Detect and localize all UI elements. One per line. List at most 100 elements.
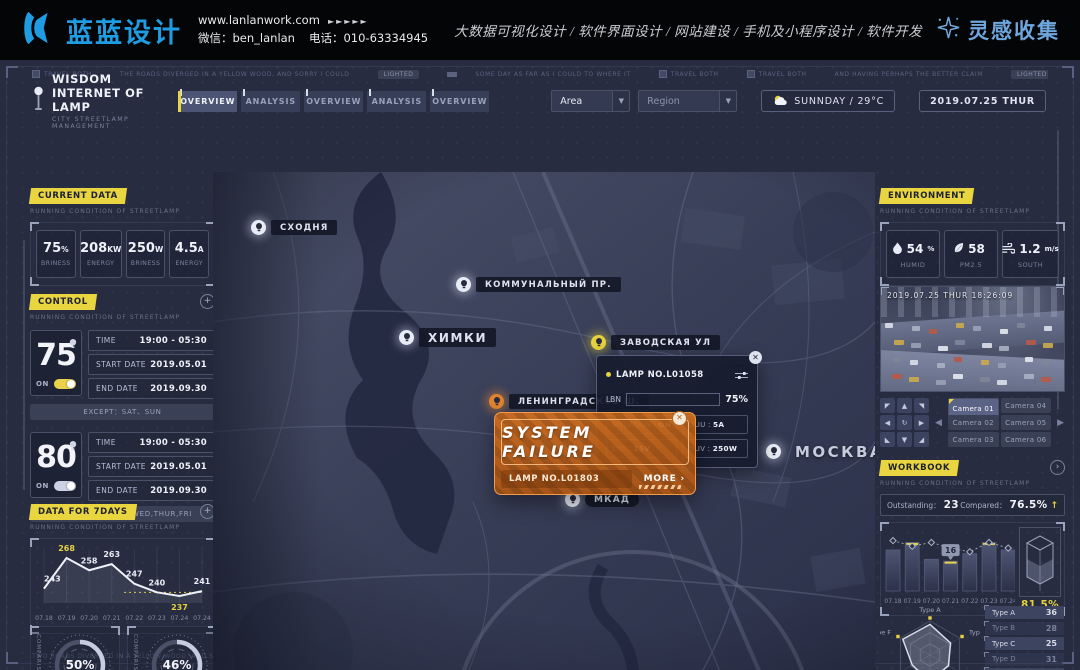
car-blob — [1025, 357, 1033, 362]
brightness-card: 80 ON — [30, 432, 82, 498]
streetlamp-icon — [32, 86, 45, 116]
panel-title-badge: WORKBOOK — [879, 460, 959, 476]
power-toggle[interactable] — [54, 379, 76, 389]
schedule-row: TIME19:00 - 05:30 — [88, 432, 215, 453]
dashboard-header: WISDOM INTERNET OF LAMP CITY STREETLAMP … — [32, 86, 1050, 116]
services-list: 大数据可视化设计 / 软件界面设计 / 网站建设 / 手机及小程序设计 / 软件… — [454, 20, 922, 40]
panel-control: CONTROL + RUNNING CONDITION OF STREETLAM… — [30, 294, 215, 522]
camera-button-camera-06[interactable]: Camera 06 — [1001, 432, 1052, 447]
city-map[interactable]: СХОДНЯКОММУНАЛЬНЫЙ ПР.ХИМКИЗАВОДСКАЯ УЛЛ… — [213, 172, 875, 670]
svg-text:263: 263 — [103, 550, 120, 559]
tab-overview-5[interactable]: OVERVIEW — [430, 91, 489, 112]
current-data-cards: 75%BRINESS208KWENERGY250WBRINESS4.5AENER… — [30, 222, 215, 286]
lamp-pin-icon[interactable] — [766, 444, 781, 459]
panel-subtitle: RUNNING CONDITION OF STREETLAMP — [30, 524, 215, 531]
camera-view[interactable]: 2019.07.25 THUR 18:26:09 — [880, 286, 1065, 392]
lamp-id: LAMP NO.L01058 — [616, 370, 704, 380]
map-marker-6[interactable]: МОСКВА — [766, 440, 875, 463]
legend-row-type-b[interactable]: Type B28 — [985, 622, 1064, 635]
tab-bar: OVERVIEWANALYSISOVERVIEWANALYSISOVERVIEW — [178, 91, 489, 112]
dpad-down-button[interactable]: ▼ — [897, 432, 912, 447]
dpad-up-left-button[interactable]: ◤ — [880, 398, 895, 413]
car-blob — [1043, 343, 1053, 348]
car-blob — [894, 340, 904, 345]
power-toggle[interactable] — [54, 481, 76, 491]
collect-label: 灵感收集 — [968, 15, 1060, 45]
decorative-chip: LIGHTED — [378, 70, 420, 79]
droplet-icon — [892, 239, 903, 258]
map-marker-4[interactable]: ЗАВОДСКАЯ УЛ — [591, 335, 720, 350]
sliders-icon[interactable] — [735, 365, 748, 384]
tab-overview-1[interactable]: OVERVIEW — [178, 91, 237, 112]
chevron-down-icon: ▼ — [719, 91, 736, 111]
map-marker-3[interactable]: ХИМКИ — [399, 328, 496, 347]
car-blob — [998, 363, 1006, 368]
legend-row-type-d[interactable]: Type D31 — [985, 653, 1064, 666]
camera-button-camera-05[interactable]: Camera 05 — [1001, 415, 1052, 430]
decorative-text: SOME DAY AS FAR AS I COULD TO WHERE IT — [475, 71, 630, 78]
svg-text:16: 16 — [945, 546, 957, 555]
legend-row-type-c[interactable]: Type C25 — [985, 637, 1064, 650]
car-blob — [953, 374, 963, 379]
close-icon[interactable]: ✕ — [749, 351, 762, 364]
camera-prev-icon[interactable]: ◀ — [934, 418, 943, 428]
dpad-reset-button[interactable]: ↻ — [897, 415, 912, 430]
camera-button-camera-04[interactable]: Camera 04 — [1001, 398, 1052, 413]
map-marker-1[interactable]: СХОДНЯ — [251, 220, 337, 235]
prism-icon — [1019, 527, 1061, 597]
dpad-down-right-button[interactable]: ◢ — [914, 432, 929, 447]
dpad-left-button[interactable]: ◀ — [880, 415, 895, 430]
page-title: WISDOM INTERNET OF LAMP — [52, 72, 162, 114]
environment-cards: 54%HUMID58PM2.51.2m/sSOUTH — [880, 222, 1065, 286]
dpad-right-button[interactable]: ▶ — [914, 415, 929, 430]
dpad-up-right-button[interactable]: ◥ — [914, 398, 929, 413]
camera-list: Camera 01Camera 02Camera 03Camera 04Came… — [948, 398, 1051, 447]
map-place-label: ХИМКИ — [419, 328, 496, 347]
area-select[interactable]: Area ▼ — [551, 90, 630, 112]
expand-button[interactable]: › — [1050, 460, 1065, 475]
car-blob — [973, 326, 981, 331]
panel-workbook: WORKBOOK › RUNNING CONDITION OF STREETLA… — [880, 460, 1065, 616]
schedule-rows: TIME19:00 - 05:30START DATE2019.05.01END… — [88, 330, 215, 399]
stat-label: BRINESS — [131, 260, 161, 267]
lamp-pin-icon[interactable] — [456, 277, 471, 292]
row-value: 2019.09.30 — [150, 384, 207, 394]
tab-label: ANALYSIS — [372, 97, 422, 106]
panel-title-badge: DATA FOR 7DAYS — [29, 504, 137, 520]
tab-analysis-2[interactable]: ANALYSIS — [241, 91, 300, 112]
tab-overview-3[interactable]: OVERVIEW — [304, 91, 363, 112]
camera-next-icon[interactable]: ▶ — [1056, 418, 1065, 428]
lamp-pin-icon[interactable] — [251, 220, 266, 235]
legend-row-type-a[interactable]: Type A36 — [985, 606, 1064, 619]
dashboard: TRAVEL BOTHTHE ROADS DIVERGED IN A YELLO… — [0, 60, 1080, 670]
close-icon[interactable]: ✕ — [672, 411, 687, 426]
car-blob — [999, 346, 1009, 351]
row-value: 2019.05.01 — [150, 462, 207, 472]
environment-card: 58PM2.5 — [944, 230, 998, 278]
car-blob — [982, 343, 992, 348]
wind-icon — [1002, 239, 1015, 258]
on-label: ON — [36, 380, 49, 388]
region-select[interactable]: Region ▼ — [638, 90, 737, 112]
stat-card: 75%BRINESS — [36, 230, 76, 278]
camera-button-camera-02[interactable]: Camera 02 — [948, 415, 999, 430]
brightness-bar[interactable] — [626, 393, 720, 406]
camera-button-camera-03[interactable]: Camera 03 — [948, 432, 999, 447]
lamp-pin-icon[interactable] — [399, 330, 414, 345]
workbook-stats: Outstanding：23 Compared：76.5%↑ — [880, 494, 1065, 516]
except-days: EXCEPT：SAT、SUN — [30, 404, 215, 420]
status-dot — [606, 372, 611, 377]
env-value: 1.2 — [1019, 242, 1040, 256]
panel-subtitle: RUNNING CONDITION OF STREETLAMP — [880, 208, 1065, 215]
lamp-pin-icon[interactable] — [489, 394, 504, 409]
dpad-down-left-button[interactable]: ◣ — [880, 432, 895, 447]
tab-analysis-4[interactable]: ANALYSIS — [367, 91, 426, 112]
lamp-pin-icon[interactable] — [591, 335, 606, 350]
env-label: SOUTH — [1018, 261, 1043, 269]
map-marker-2[interactable]: КОММУНАЛЬНЫЙ ПР. — [456, 277, 621, 292]
dpad-up-button[interactable]: ▲ — [897, 398, 912, 413]
on-label: ON — [36, 482, 49, 490]
row-value: 19:00 - 05:30 — [140, 336, 207, 346]
car-blob — [929, 329, 937, 334]
inspiration-collect: 灵感收集 — [936, 15, 1060, 46]
